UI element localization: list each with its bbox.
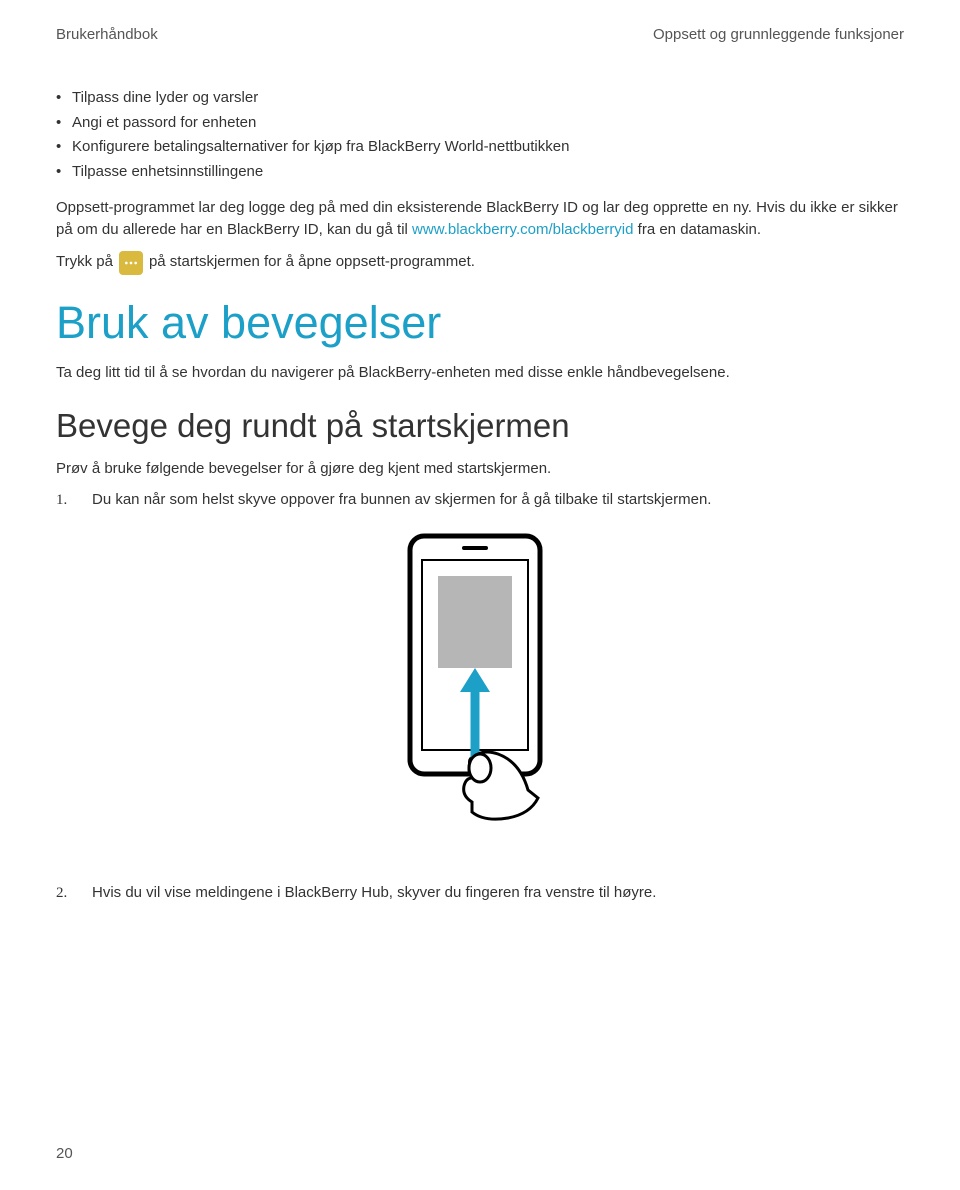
tap-text-after: på startskjermen for å åpne oppsett-prog…	[149, 251, 475, 274]
page-header: Brukerhåndbok Oppsett og grunnleggende f…	[56, 26, 904, 43]
heading-home-screen: Bevege deg rundt på startskjermen	[56, 406, 904, 446]
setup-app-icon	[119, 251, 143, 275]
list-item: Tilpasse enhetsinnstillingene	[56, 161, 904, 184]
list-item: Konfigurere betalingsalternativer for kj…	[56, 136, 904, 159]
setup-paragraph: Oppsett-programmet lar deg logge deg på …	[56, 197, 904, 241]
page-number: 20	[56, 1145, 73, 1162]
para-text-after: fra en datamaskin.	[634, 221, 762, 238]
list-item: Tilpass dine lyder og varsler	[56, 87, 904, 110]
heading-gestures: Bruk av bevegelser	[56, 297, 904, 349]
header-left: Brukerhåndbok	[56, 26, 158, 43]
swipe-up-illustration	[56, 532, 904, 822]
phone-swipe-icon	[380, 532, 580, 822]
tap-text-before: Trykk på	[56, 251, 113, 274]
step-text: Du kan når som helst skyve oppover fra b…	[92, 489, 711, 512]
step-2: 2. Hvis du vil vise meldingene i BlackBe…	[56, 882, 904, 905]
step-number: 2.	[56, 882, 74, 905]
home-screen-intro: Prøv å bruke følgende bevegelser for å g…	[56, 458, 904, 480]
setup-bullet-list: Tilpass dine lyder og varsler Angi et pa…	[56, 87, 904, 183]
step-number: 1.	[56, 489, 74, 512]
gestures-intro: Ta deg litt tid til å se hvordan du navi…	[56, 362, 904, 384]
header-right: Oppsett og grunnleggende funksjoner	[653, 26, 904, 43]
step-text: Hvis du vil vise meldingene i BlackBerry…	[92, 882, 656, 905]
tap-instruction: Trykk på på startskjermen for å åpne opp…	[56, 251, 904, 275]
step-1: 1. Du kan når som helst skyve oppover fr…	[56, 489, 904, 512]
list-item: Angi et passord for enheten	[56, 112, 904, 135]
gear-icon	[123, 255, 139, 271]
blackberryid-link[interactable]: www.blackberry.com/blackberryid	[412, 221, 633, 238]
